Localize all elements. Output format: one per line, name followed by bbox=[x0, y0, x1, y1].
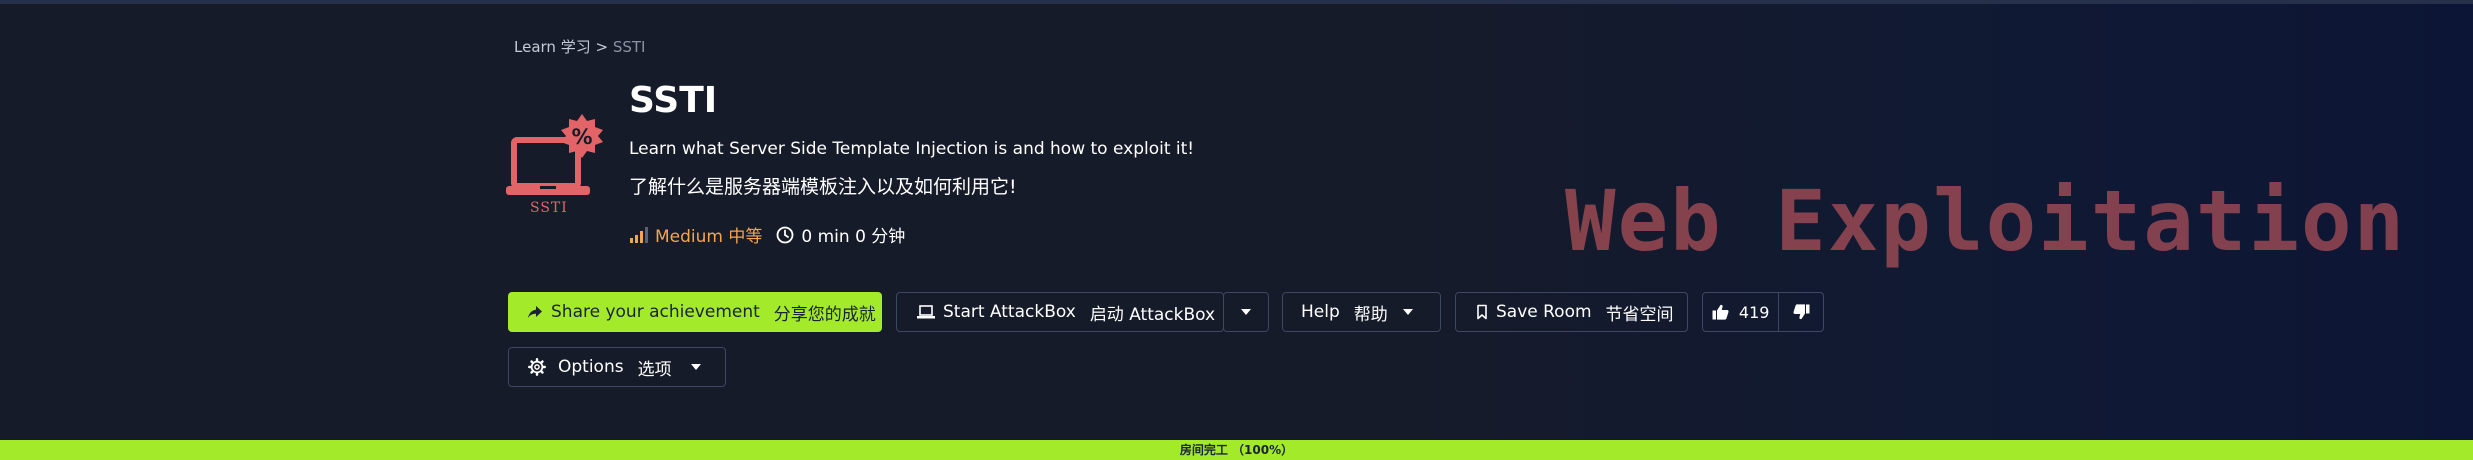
thumbs-up-icon bbox=[1712, 304, 1729, 320]
save-label-en: Save Room bbox=[1496, 302, 1592, 322]
difficulty-label: Medium 中等 bbox=[655, 227, 763, 247]
clock-icon bbox=[776, 226, 794, 243]
gear-icon bbox=[528, 358, 546, 376]
options-label-zh: 选项 bbox=[637, 359, 672, 380]
options-label-en: Options bbox=[558, 357, 624, 377]
svg-text:%: % bbox=[571, 125, 592, 149]
share-label-zh: 分享您的成就 bbox=[773, 304, 876, 325]
room-title: SSTI bbox=[629, 80, 718, 121]
attackbox-label-zh: 启动 AttackBox bbox=[1089, 304, 1216, 325]
help-button[interactable]: Help 帮助 bbox=[1282, 292, 1441, 332]
breadcrumb-current: SSTI bbox=[612, 38, 646, 56]
room-logo: % SSTI bbox=[506, 114, 610, 218]
vote-group: 419 bbox=[1702, 292, 1824, 332]
difficulty-badge: Medium 中等 bbox=[629, 222, 762, 247]
upvote-button[interactable]: 419 bbox=[1703, 293, 1780, 331]
bookmark-icon bbox=[1477, 304, 1487, 320]
room-meta: Medium 中等 0 min 0 分钟 bbox=[629, 222, 905, 247]
upvote-count: 419 bbox=[1738, 302, 1770, 322]
room-description-zh: 了解什么是服务器端模板注入以及如何利用它! bbox=[629, 176, 1017, 198]
save-room-button[interactable]: Save Room 节省空间 bbox=[1455, 292, 1688, 332]
signal-bars-icon bbox=[630, 226, 648, 243]
logo-label: SSTI bbox=[530, 200, 568, 216]
help-label-zh: 帮助 bbox=[1353, 304, 1388, 325]
start-attackbox-button[interactable]: Start AttackBox 启动 AttackBox bbox=[896, 292, 1224, 332]
breadcrumb-learn-link[interactable]: Learn 学习 bbox=[514, 38, 591, 56]
downvote-button[interactable] bbox=[1779, 293, 1823, 331]
save-label-zh: 节省空间 bbox=[1605, 304, 1674, 325]
attackbox-label-en: Start AttackBox bbox=[943, 302, 1076, 322]
thumbs-down-icon bbox=[1793, 304, 1810, 320]
duration-label: 0 min 0 分钟 bbox=[801, 227, 906, 247]
laptop-icon bbox=[917, 305, 935, 319]
share-icon bbox=[528, 306, 542, 318]
room-header: Web Exploitation Learn 学习 > SSTI % SSTI … bbox=[0, 4, 2473, 440]
breadcrumb: Learn 学习 > SSTI bbox=[514, 36, 645, 57]
category-banner: Web Exploitation bbox=[1565, 172, 2407, 270]
duration: 0 min 0 分钟 bbox=[776, 222, 905, 247]
breadcrumb-separator: > bbox=[595, 38, 609, 56]
share-label-en: Share your achievement bbox=[551, 302, 760, 322]
attackbox-dropdown-button[interactable] bbox=[1223, 292, 1269, 332]
chevron-down-icon bbox=[690, 364, 701, 370]
share-achievement-button[interactable]: Share your achievement 分享您的成就 bbox=[508, 292, 882, 332]
progress-label: 房间完工 （100%） bbox=[1179, 443, 1294, 457]
chevron-down-icon bbox=[1241, 309, 1251, 315]
options-button[interactable]: Options 选项 bbox=[508, 347, 726, 387]
chevron-down-icon bbox=[1402, 309, 1413, 315]
room-progress-bar: 房间完工 （100%） bbox=[0, 440, 2473, 460]
room-description-en: Learn what Server Side Template Injectio… bbox=[629, 139, 1195, 159]
help-label-en: Help bbox=[1301, 302, 1340, 322]
